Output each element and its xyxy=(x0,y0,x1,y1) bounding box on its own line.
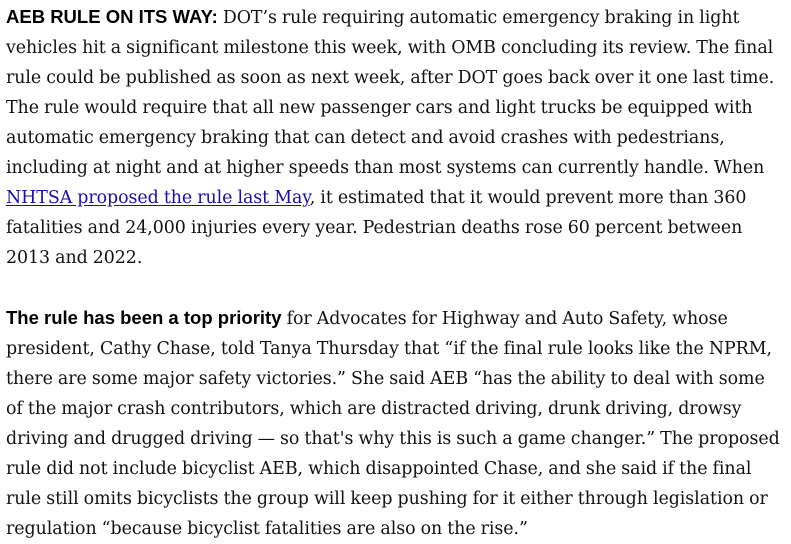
paragraph-text: for Advocates for Highway and Auto Safet… xyxy=(6,309,780,539)
nhtsa-proposal-link[interactable]: NHTSA proposed the rule last May xyxy=(6,188,310,208)
paragraph-aeb-rule: AEB RULE ON ITS WAY: DOT’s rule requirin… xyxy=(6,2,785,273)
paragraph-lead-heading: The rule has been a top priority xyxy=(6,307,282,328)
article-body: AEB RULE ON ITS WAY: DOT’s rule requirin… xyxy=(0,0,785,544)
paragraph-lead-heading: AEB RULE ON ITS WAY: xyxy=(6,6,218,27)
paragraph-text: DOT’s rule requiring automatic emergency… xyxy=(6,8,775,178)
paragraph-top-priority: The rule has been a top priority for Adv… xyxy=(6,303,785,544)
